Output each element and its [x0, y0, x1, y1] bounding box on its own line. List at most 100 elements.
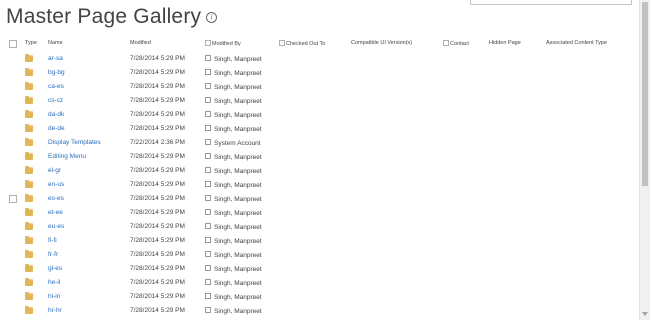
- table-row[interactable]: eu-es 7/28/2014 5:29 PM Singh, Manpreet: [0, 220, 640, 234]
- item-modified: 7/28/2014 5:29 PM: [130, 69, 185, 76]
- item-modified: 7/28/2014 5:29 PM: [130, 111, 185, 118]
- item-modified: 7/28/2014 5:29 PM: [130, 195, 185, 202]
- table-row[interactable]: Editing Menu 7/28/2014 5:29 PM Singh, Manp…: [0, 150, 640, 164]
- item-name-link[interactable]: eu-es: [48, 223, 64, 230]
- item-modified: 7/28/2014 5:29 PM: [130, 265, 185, 272]
- presence-icon: [205, 265, 211, 271]
- vertical-scrollbar[interactable]: [639, 0, 650, 320]
- table-row[interactable]: bg-bg 7/28/2014 5:29 PM Singh, Manpreet: [0, 66, 640, 80]
- item-modified-by[interactable]: Singh, Manpreet: [205, 97, 262, 105]
- item-name-link[interactable]: fr-fr: [48, 251, 58, 258]
- column-header-checked-out-to[interactable]: Checked Out To: [279, 40, 325, 47]
- item-modified-by[interactable]: Singh, Manpreet: [205, 83, 262, 91]
- presence-icon: [443, 40, 449, 46]
- search-input[interactable]: [470, 0, 632, 5]
- item-modified-by[interactable]: Singh, Manpreet: [205, 209, 262, 217]
- table-row[interactable]: hi-in 7/28/2014 5:29 PM Singh, Manpreet: [0, 290, 640, 304]
- item-modified-by[interactable]: Singh, Manpreet: [205, 153, 262, 161]
- table-row[interactable]: fr-fr 7/28/2014 5:29 PM Singh, Manpreet: [0, 248, 640, 262]
- presence-icon: [205, 279, 211, 285]
- presence-icon: [205, 209, 211, 215]
- item-name-link[interactable]: he-il: [48, 279, 60, 286]
- folder-icon: [25, 236, 33, 244]
- info-icon[interactable]: i: [206, 12, 218, 23]
- item-name-link[interactable]: fi-fi: [48, 237, 57, 244]
- scroll-down-arrow-icon[interactable]: [642, 312, 648, 316]
- item-name-link[interactable]: hi-in: [48, 293, 60, 300]
- table-row[interactable]: da-dk 7/28/2014 5:29 PM Singh, Manpreet: [0, 108, 640, 122]
- item-modified-by[interactable]: Singh, Manpreet: [205, 111, 262, 119]
- item-modified: 7/28/2014 5:29 PM: [130, 209, 185, 216]
- item-modified: 7/28/2014 5:29 PM: [130, 125, 185, 132]
- scrollbar-thumb[interactable]: [642, 2, 648, 186]
- table-row[interactable]: et-ee 7/28/2014 5:29 PM Singh, Manpreet: [0, 206, 640, 220]
- table-row[interactable]: cs-cz 7/28/2014 5:29 PM Singh, Manpreet: [0, 94, 640, 108]
- item-modified-by[interactable]: Singh, Manpreet: [205, 223, 262, 231]
- item-modified: 7/28/2014 5:29 PM: [130, 237, 185, 244]
- item-name-link[interactable]: ca-es: [48, 83, 64, 90]
- item-name-link[interactable]: hr-hr: [48, 307, 62, 314]
- list-body: ar-sa 7/28/2014 5:29 PM Singh, Manpreet bg-…: [0, 52, 640, 318]
- item-name-link[interactable]: Editing Menu: [48, 153, 86, 160]
- item-modified-by[interactable]: Singh, Manpreet: [205, 293, 262, 301]
- table-row[interactable]: fi-fi 7/28/2014 5:29 PM Singh, Manpreet: [0, 234, 640, 248]
- item-name-link[interactable]: cs-cz: [48, 97, 63, 104]
- column-header-name[interactable]: Name: [48, 40, 63, 46]
- item-modified-by[interactable]: Singh, Manpreet: [205, 265, 262, 273]
- table-row[interactable]: hr-hr 7/28/2014 5:29 PM Singh, Manpreet: [0, 304, 640, 318]
- folder-icon: [25, 138, 33, 146]
- item-modified-by[interactable]: Singh, Manpreet: [205, 167, 262, 175]
- table-row[interactable]: de-de 7/28/2014 5:29 PM Singh, Manpreet: [0, 122, 640, 136]
- item-modified-by[interactable]: Singh, Manpreet: [205, 251, 262, 259]
- column-header-compatible-ui[interactable]: Compatible UI Version(s): [351, 40, 412, 46]
- folder-icon: [25, 68, 33, 76]
- presence-icon: [279, 40, 285, 46]
- item-modified-by[interactable]: Singh, Manpreet: [205, 237, 262, 245]
- presence-icon: [205, 223, 211, 229]
- table-row[interactable]: es-es 7/28/2014 5:29 PM Singh, Manpreet: [0, 192, 640, 206]
- folder-icon: [25, 166, 33, 174]
- item-modified-by[interactable]: Singh, Manpreet: [205, 307, 262, 315]
- column-header-contact[interactable]: Contact: [443, 40, 469, 47]
- column-header-modified[interactable]: Modified: [130, 40, 151, 46]
- item-name-link[interactable]: el-gr: [48, 167, 61, 174]
- item-modified-by[interactable]: Singh, Manpreet: [205, 125, 262, 133]
- item-modified-by[interactable]: Singh, Manpreet: [205, 69, 262, 77]
- select-all-checkbox[interactable]: [9, 40, 17, 48]
- item-name-link[interactable]: et-ee: [48, 209, 63, 216]
- item-modified-by[interactable]: Singh, Manpreet: [205, 195, 262, 203]
- item-name-link[interactable]: gl-es: [48, 265, 62, 272]
- table-row[interactable]: Display Templates 7/22/2014 2:36 PM System…: [0, 136, 640, 150]
- item-name-link[interactable]: ar-sa: [48, 55, 63, 62]
- item-name-link[interactable]: en-us: [48, 181, 64, 188]
- folder-icon: [25, 222, 33, 230]
- item-name-link[interactable]: es-es: [48, 195, 64, 202]
- item-modified-by[interactable]: System Account: [205, 139, 261, 147]
- item-modified-by[interactable]: Singh, Manpreet: [205, 279, 262, 287]
- item-name-link[interactable]: Display Templates: [48, 139, 101, 146]
- table-row[interactable]: ar-sa 7/28/2014 5:29 PM Singh, Manpreet: [0, 52, 640, 66]
- row-checkbox[interactable]: [9, 195, 17, 203]
- presence-icon: [205, 237, 211, 243]
- presence-icon: [205, 83, 211, 89]
- presence-icon: [205, 293, 211, 299]
- table-row[interactable]: en-us 7/28/2014 5:29 PM Singh, Manpreet: [0, 178, 640, 192]
- column-header-type[interactable]: Type: [25, 40, 37, 46]
- item-name-link[interactable]: bg-bg: [48, 69, 65, 76]
- column-header-hidden-page[interactable]: Hidden Page: [489, 40, 521, 46]
- folder-icon: [25, 264, 33, 272]
- presence-icon: [205, 167, 211, 173]
- item-name-link[interactable]: da-dk: [48, 111, 64, 118]
- table-row[interactable]: ca-es 7/28/2014 5:29 PM Singh, Manpreet: [0, 80, 640, 94]
- item-name-link[interactable]: de-de: [48, 125, 65, 132]
- column-header-modified-by[interactable]: Modified By: [205, 40, 241, 47]
- item-modified-by[interactable]: Singh, Manpreet: [205, 181, 262, 189]
- item-modified-by[interactable]: Singh, Manpreet: [205, 55, 262, 63]
- column-header-associated-content-type[interactable]: Associated Content Type: [546, 40, 607, 46]
- table-row[interactable]: el-gr 7/28/2014 5:29 PM Singh, Manpreet: [0, 164, 640, 178]
- table-row[interactable]: he-il 7/28/2014 5:29 PM Singh, Manpreet: [0, 276, 640, 290]
- table-row[interactable]: gl-es 7/28/2014 5:29 PM Singh, Manpreet: [0, 262, 640, 276]
- folder-icon: [25, 96, 33, 104]
- list-header: Type Name Modified Modified By Checked O…: [0, 38, 640, 52]
- item-modified: 7/28/2014 5:29 PM: [130, 153, 185, 160]
